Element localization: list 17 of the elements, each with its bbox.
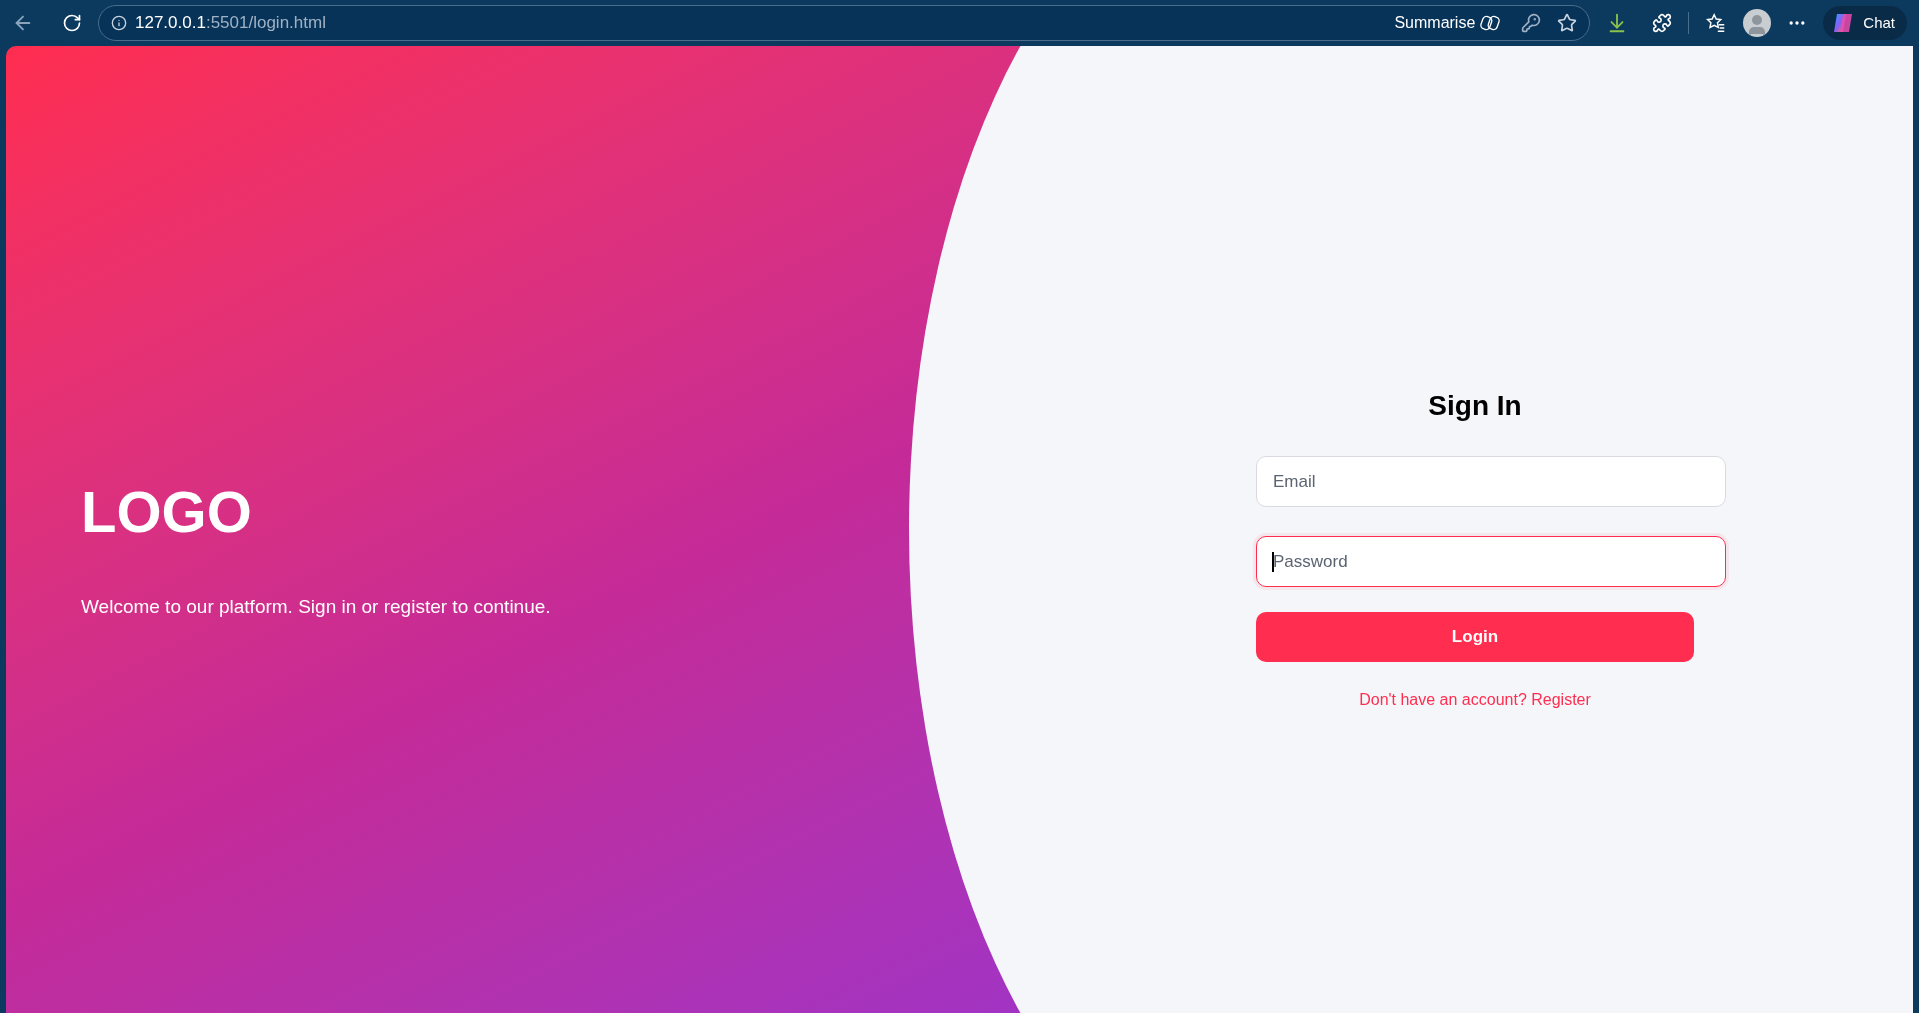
form-title: Sign In bbox=[1428, 389, 1522, 423]
login-button[interactable]: Login bbox=[1256, 612, 1694, 662]
info-icon[interactable] bbox=[111, 15, 127, 31]
summarise-button[interactable]: Summarise bbox=[1394, 11, 1502, 35]
reload-icon[interactable] bbox=[62, 13, 82, 33]
key-icon[interactable] bbox=[1521, 13, 1542, 33]
profile-avatar[interactable] bbox=[1743, 9, 1772, 37]
password-field[interactable]: Password bbox=[1256, 536, 1726, 587]
chat-button[interactable]: Chat bbox=[1823, 6, 1907, 40]
tagline-text: Welcome to our platform. Sign in or register to continue. bbox=[81, 594, 551, 619]
url-text: 127.0.0.1:5501/login.html bbox=[135, 12, 326, 35]
extensions-icon[interactable] bbox=[1652, 13, 1673, 33]
star-icon[interactable] bbox=[1557, 13, 1578, 33]
text-caret bbox=[1272, 552, 1274, 572]
address-bar[interactable]: 127.0.0.1:5501/login.html Summarise bbox=[98, 5, 1591, 41]
email-field[interactable]: Email bbox=[1256, 456, 1726, 507]
logo-text: LOGO bbox=[81, 482, 252, 541]
